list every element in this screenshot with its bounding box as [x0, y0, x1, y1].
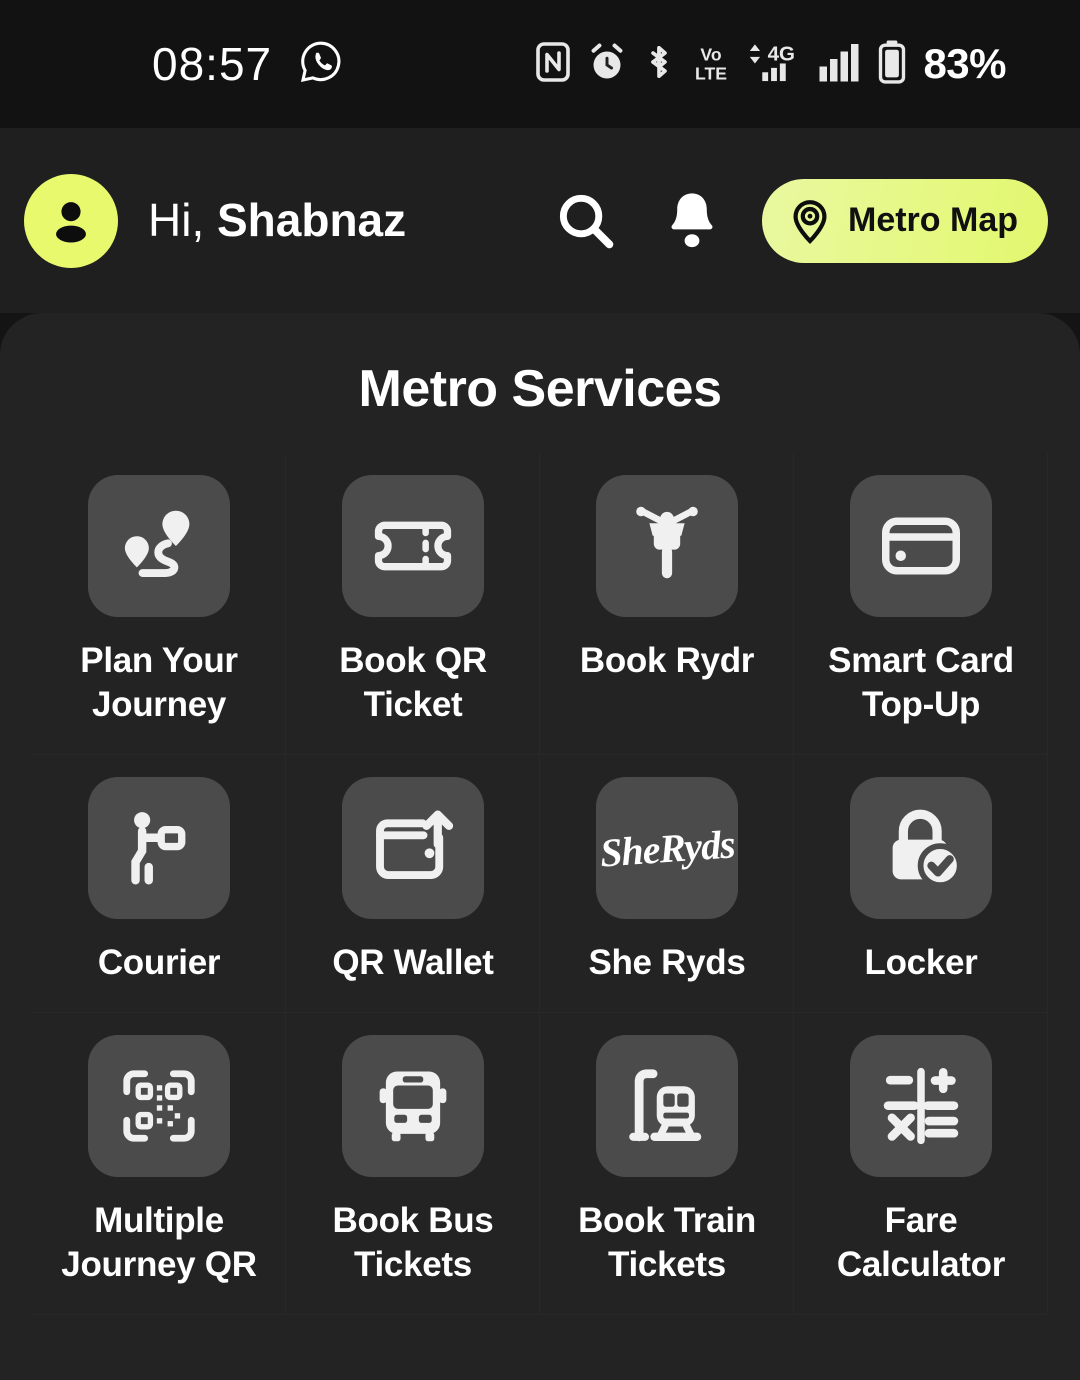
metro-services-card: Metro Services Plan Your Journey Book QR… — [0, 313, 1080, 1380]
app-header: Hi, Shabnaz Metro Map — [0, 128, 1080, 313]
service-label: Fare Calculator — [836, 1201, 1006, 1285]
service-label: She Ryds — [588, 943, 746, 983]
battery-icon — [877, 39, 907, 90]
search-button[interactable] — [550, 185, 622, 257]
scooter-icon — [596, 475, 738, 617]
service-label: Plan Your Journey — [80, 641, 238, 725]
route-pins-icon — [88, 475, 230, 617]
search-icon — [559, 194, 614, 248]
greeting-prefix: Hi, — [148, 194, 217, 247]
service-label: Smart Card Top-Up — [828, 641, 1014, 725]
nfc-icon — [535, 41, 571, 88]
location-pin-icon — [793, 199, 827, 244]
ticket-icon — [342, 475, 484, 617]
status-bar: 08:57 Vo LTE 4G 83% — [0, 0, 1080, 128]
services-grid: Plan Your Journey Book QR Ticket Book Ry… — [0, 453, 1080, 1315]
qr-scan-icon — [88, 1035, 230, 1178]
service-tile-book-rydr[interactable]: Book Rydr — [540, 453, 794, 755]
svg-text:4G: 4G — [768, 42, 795, 65]
whatsapp-icon — [298, 39, 344, 90]
bluetooth-icon — [643, 41, 675, 88]
battery-percent: 83% — [923, 40, 1006, 87]
calculator-icon — [850, 1035, 992, 1178]
service-label: QR Wallet — [332, 943, 494, 983]
service-tile-locker[interactable]: Locker — [794, 755, 1048, 1013]
service-label: Book QR Ticket — [339, 641, 487, 725]
service-tile-she-ryds[interactable]: SheRyds She Ryds — [540, 755, 794, 1013]
service-tile-qr-wallet[interactable]: QR Wallet — [286, 755, 540, 1013]
header-actions: Metro Map — [550, 178, 1048, 263]
courier-person-icon — [88, 777, 230, 920]
service-label: Locker — [864, 943, 978, 983]
alarm-icon — [587, 41, 627, 88]
lock-check-icon — [850, 777, 992, 920]
service-label: Courier — [97, 943, 221, 983]
service-tile-book-train-tickets[interactable]: Book Train Tickets — [540, 1013, 794, 1315]
signal-bars-icon — [817, 41, 861, 88]
service-tile-plan-your-journey[interactable]: Plan Your Journey — [32, 453, 286, 755]
service-tile-courier[interactable]: Courier — [32, 755, 286, 1013]
svg-text:Vo: Vo — [701, 44, 722, 64]
sheryds-logo-icon: SheRyds — [596, 777, 738, 920]
user-name: Shabnaz — [217, 194, 407, 247]
service-tile-book-qr-ticket[interactable]: Book QR Ticket — [286, 453, 540, 755]
train-station-icon — [596, 1035, 738, 1178]
volte-icon: Vo LTE — [691, 40, 731, 89]
service-tile-fare-calculator[interactable]: Fare Calculator — [794, 1013, 1048, 1315]
status-time: 08:57 — [152, 38, 273, 90]
service-tile-smart-card-top-up[interactable]: Smart Card Top-Up — [794, 453, 1048, 755]
bus-icon — [342, 1035, 484, 1178]
notifications-button[interactable] — [656, 185, 728, 257]
wallet-upload-icon — [342, 777, 484, 920]
metro-map-button[interactable]: Metro Map — [762, 178, 1048, 263]
metro-map-label: Metro Map — [848, 201, 1018, 239]
status-bar-right: Vo LTE 4G 83% — [535, 39, 1006, 90]
service-label: Multiple Journey QR — [61, 1201, 257, 1285]
sheryds-logo-text: SheRyds — [598, 821, 736, 876]
svg-text:LTE: LTE — [695, 63, 727, 83]
network-4g-icon: 4G — [747, 40, 801, 89]
service-label: Book Bus Tickets — [332, 1201, 494, 1285]
service-tile-multiple-journey-qr[interactable]: Multiple Journey QR — [32, 1013, 286, 1315]
greeting-text: Hi, Shabnaz — [148, 195, 406, 246]
service-label: Book Rydr — [579, 641, 755, 680]
service-label: Book Train Tickets — [578, 1201, 756, 1285]
avatar[interactable] — [24, 173, 118, 268]
service-tile-book-bus-tickets[interactable]: Book Bus Tickets — [286, 1013, 540, 1315]
page-title: Metro Services — [358, 360, 722, 418]
person-icon — [56, 201, 86, 242]
credit-card-icon — [850, 475, 992, 617]
status-bar-left: 08:57 — [152, 39, 344, 90]
bell-icon — [671, 192, 713, 247]
